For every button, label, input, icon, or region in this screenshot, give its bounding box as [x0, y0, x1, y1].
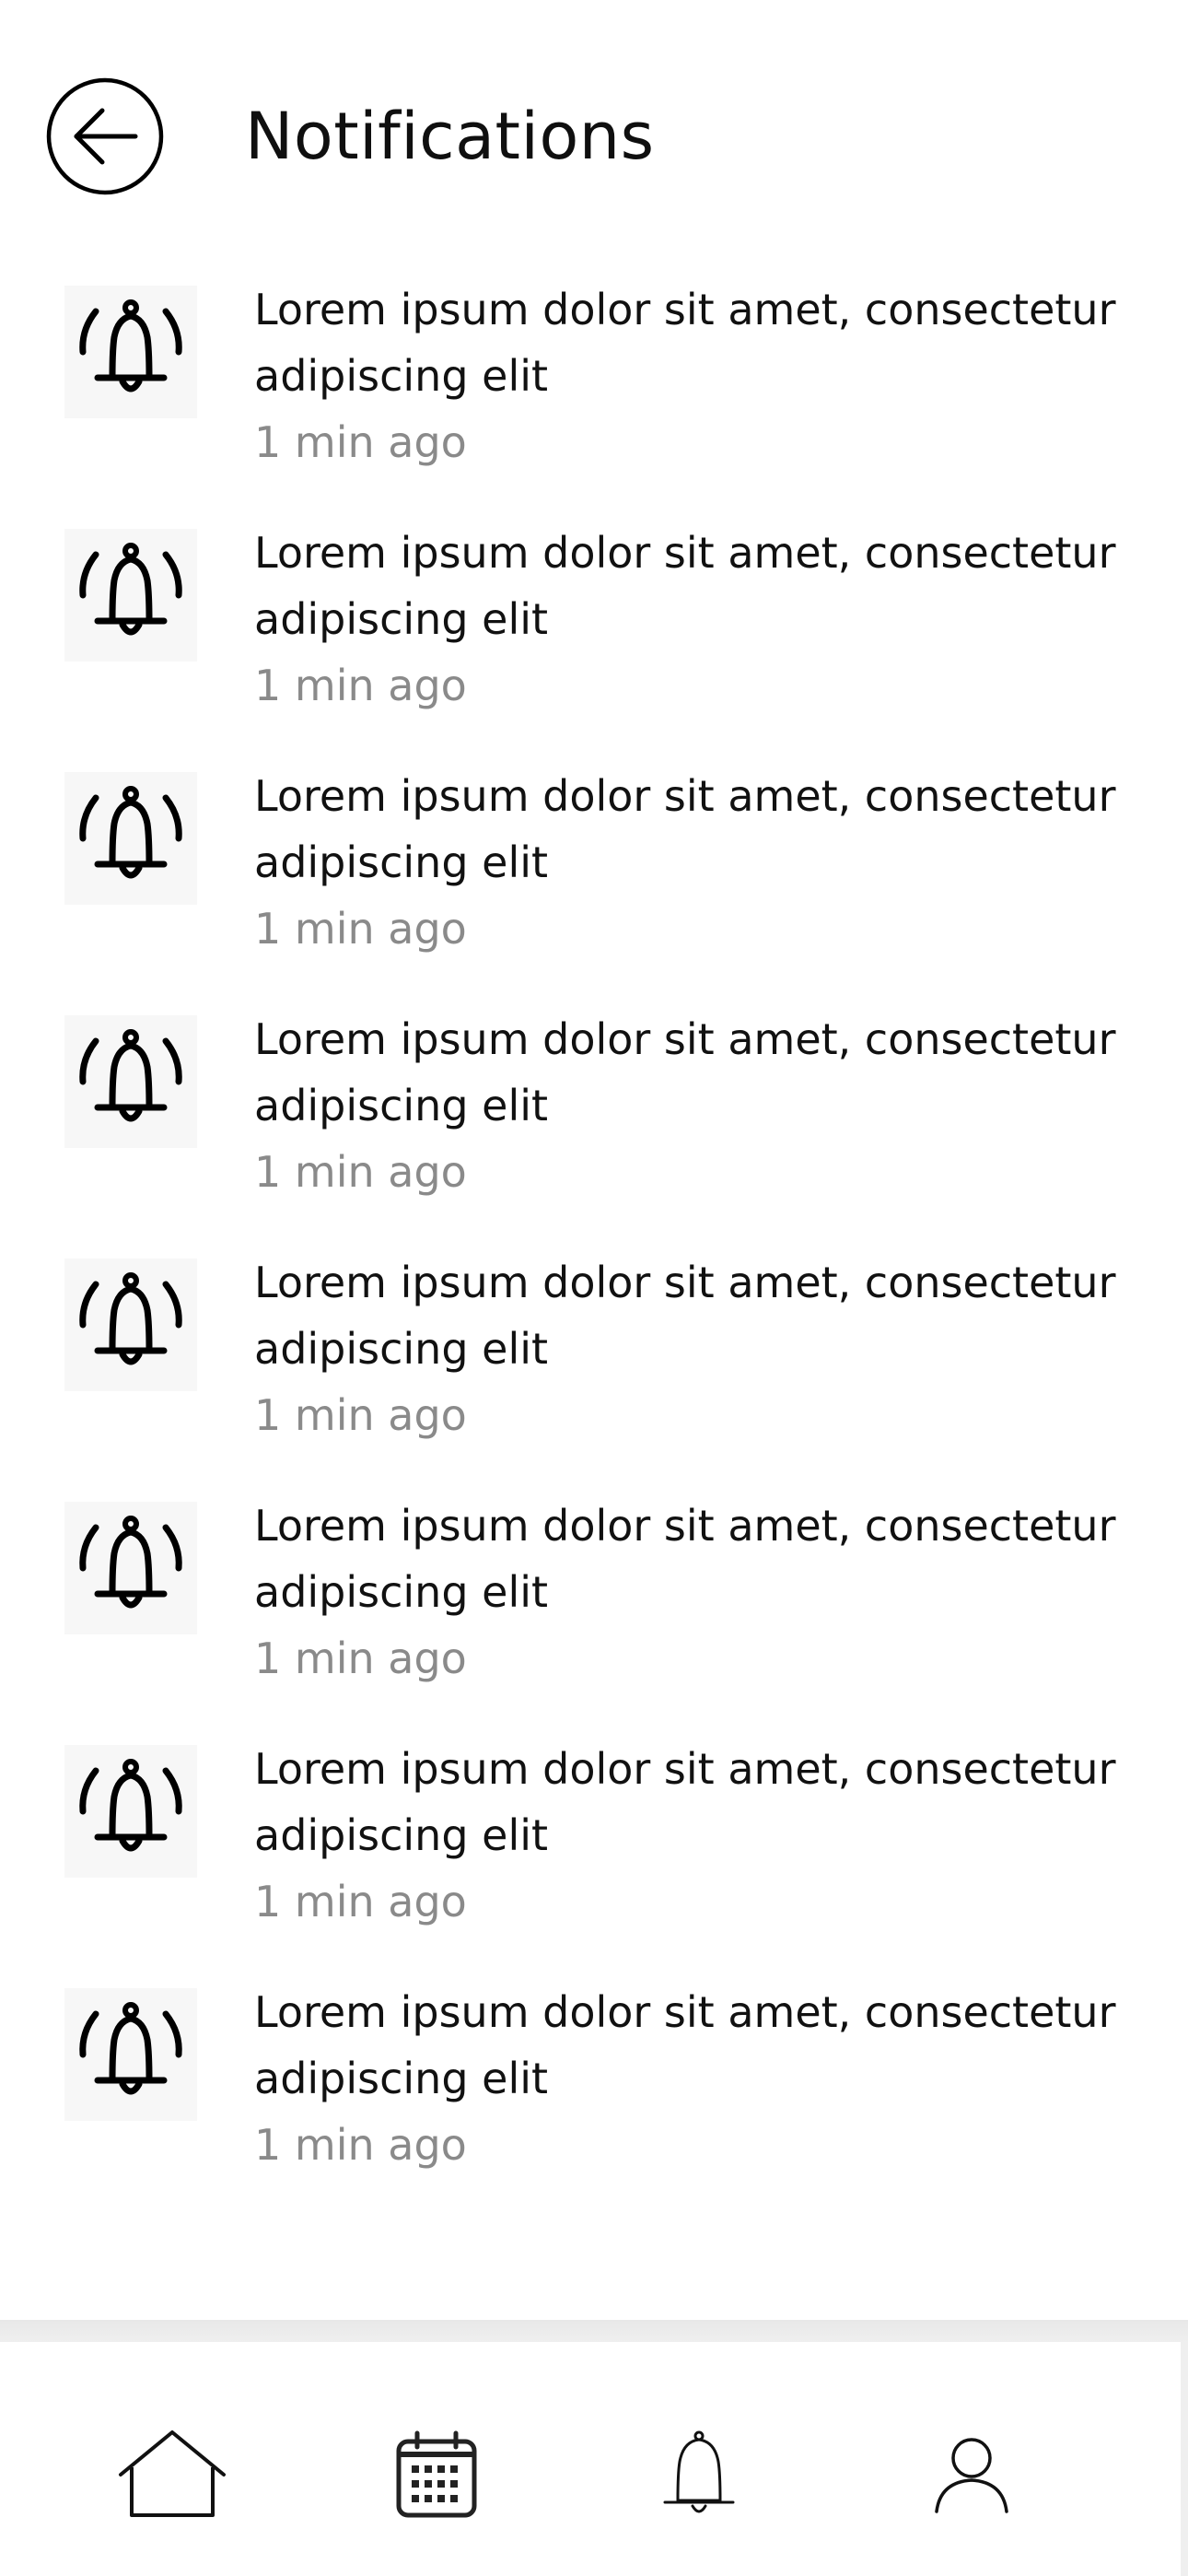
nav-notifications-button[interactable] [639, 2421, 759, 2528]
notification-item[interactable]: Lorem ipsum dolor sit amet, consectetur … [0, 1736, 1188, 1979]
bottom-nav-divider [0, 2320, 1188, 2342]
notification-item[interactable]: Lorem ipsum dolor sit amet, consectetur … [0, 1006, 1188, 1249]
calendar-icon [396, 2430, 477, 2518]
notification-message: Lorem ipsum dolor sit amet, consectetur … [254, 285, 1116, 401]
home-icon [119, 2430, 226, 2517]
page-title: Notifications [245, 99, 655, 174]
notification-message: Lorem ipsum dolor sit amet, consectetur … [254, 1744, 1116, 1860]
notification-message: Lorem ipsum dolor sit amet, consectetur … [254, 528, 1116, 644]
notification-message: Lorem ipsum dolor sit amet, consectetur … [254, 1501, 1116, 1617]
bell-ringing-icon [64, 772, 197, 905]
nav-home-button[interactable] [112, 2421, 232, 2528]
bell-ringing-icon [64, 1015, 197, 1148]
notification-time: 1 min ago [254, 1877, 467, 1926]
notification-item[interactable]: Lorem ipsum dolor sit amet, consectetur … [0, 276, 1188, 520]
arrow-left-circle-icon [46, 77, 164, 195]
user-icon [935, 2438, 1008, 2513]
header: Notifications [0, 0, 1188, 230]
notification-item[interactable]: Lorem ipsum dolor sit amet, consectetur … [0, 763, 1188, 1006]
bell-ringing-icon [64, 286, 197, 418]
notification-time: 1 min ago [254, 417, 467, 467]
bell-ringing-icon [64, 529, 197, 662]
nav-profile-button[interactable] [912, 2421, 1031, 2528]
notification-message: Lorem ipsum dolor sit amet, consectetur … [254, 1258, 1116, 1374]
notification-list: Lorem ipsum dolor sit amet, consectetur … [0, 276, 1188, 2222]
notification-time: 1 min ago [254, 904, 467, 954]
bell-ringing-icon [64, 1745, 197, 1878]
bottom-nav [0, 2342, 1188, 2576]
back-button[interactable] [46, 77, 164, 195]
notification-item[interactable]: Lorem ipsum dolor sit amet, consectetur … [0, 1249, 1188, 1493]
bell-ringing-icon [64, 1502, 197, 1634]
notification-message: Lorem ipsum dolor sit amet, consectetur … [254, 771, 1116, 887]
bell-icon [663, 2430, 735, 2513]
bell-ringing-icon [64, 1988, 197, 2121]
nav-calendar-button[interactable] [377, 2421, 496, 2528]
notification-item[interactable]: Lorem ipsum dolor sit amet, consectetur … [0, 1493, 1188, 1736]
notification-time: 1 min ago [254, 1633, 467, 1683]
bell-ringing-icon [64, 1259, 197, 1391]
notification-time: 1 min ago [254, 1147, 467, 1197]
notification-message: Lorem ipsum dolor sit amet, consectetur … [254, 1014, 1116, 1130]
notification-time: 1 min ago [254, 2120, 467, 2170]
notification-time: 1 min ago [254, 1390, 467, 1440]
notification-item[interactable]: Lorem ipsum dolor sit amet, consectetur … [0, 1979, 1188, 2222]
notification-message: Lorem ipsum dolor sit amet, consectetur … [254, 1987, 1116, 2103]
notification-item[interactable]: Lorem ipsum dolor sit amet, consectetur … [0, 520, 1188, 763]
notification-time: 1 min ago [254, 661, 467, 710]
